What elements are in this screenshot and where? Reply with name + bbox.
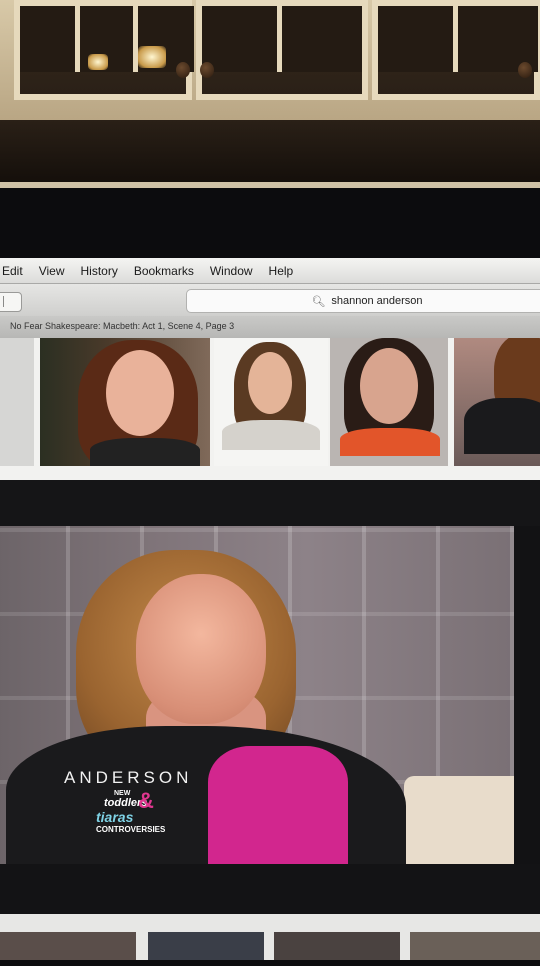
cabinet-pane: [202, 6, 282, 72]
show-logo-anderson: ANDERSON: [64, 768, 193, 787]
cabinet-knob: [518, 62, 532, 78]
counter-shadow: [0, 120, 540, 190]
cabinet-light: [88, 54, 108, 70]
image-thumbnail[interactable]: [274, 932, 400, 960]
image-thumbnail[interactable]: [148, 932, 264, 960]
image-thumbnail[interactable]: [40, 338, 210, 466]
menu-bar: Edit View History Bookmarks Window Help: [0, 258, 540, 284]
search-query-text: shannon anderson: [331, 295, 423, 307]
thumb-shoulders: [222, 420, 320, 450]
image-results-strip: [0, 338, 540, 480]
cabinet-pane: [20, 6, 80, 72]
image-thumbnail[interactable]: [330, 338, 448, 466]
menu-help[interactable]: Help: [269, 264, 294, 278]
cabinet-door: [372, 0, 540, 100]
show-logo-new: NEW: [114, 790, 131, 797]
show-logo-controversies: CONTROVERSIES: [96, 825, 166, 834]
address-search-field[interactable]: 🔍︎ shannon anderson: [186, 289, 540, 313]
cabinet-pane: [282, 6, 362, 72]
woman-shirt: [208, 746, 348, 864]
image-thumbnail[interactable]: [0, 338, 34, 466]
show-logo-tiaras: tiaras: [96, 809, 134, 825]
page-dark-band: [0, 480, 540, 526]
thumb-shoulders: [464, 398, 540, 454]
kitchen-cabinets: [0, 0, 540, 120]
menu-window[interactable]: Window: [210, 264, 253, 278]
search-icon: 🔍︎: [311, 295, 326, 308]
image-thumbnail[interactable]: [0, 932, 136, 960]
image-thumbnail[interactable]: [454, 338, 540, 466]
thumb-shoulders: [340, 428, 440, 456]
related-thumbnails-strip: [0, 914, 540, 960]
cabinet-light: [138, 46, 166, 68]
show-logo-ampersand: &: [138, 788, 154, 813]
image-thumbnail[interactable]: [410, 932, 540, 960]
video-frame[interactable]: ANDERSON NEW toddlers & tiaras CONTROVER…: [0, 526, 514, 864]
menu-view[interactable]: View: [39, 264, 65, 278]
cabinet-knob: [200, 62, 214, 78]
image-thumbnail[interactable]: [214, 338, 328, 466]
woman-face: [136, 574, 266, 724]
thumb-face: [106, 350, 174, 436]
tab-bar: No Fear Shakespeare: Macbeth: Act 1, Sce…: [0, 316, 540, 339]
menu-edit[interactable]: Edit: [2, 264, 23, 278]
browser-toolbar: 🔍︎ shannon anderson: [0, 284, 540, 317]
sidebar-toggle-button[interactable]: [0, 292, 22, 312]
thumb-face: [360, 348, 418, 424]
page-bottom-band: [0, 864, 540, 914]
menu-bookmarks[interactable]: Bookmarks: [134, 264, 194, 278]
cabinet-door: [196, 0, 368, 100]
cabinet-knob: [176, 62, 190, 78]
cabinet-pane: [378, 6, 458, 72]
tab-title[interactable]: No Fear Shakespeare: Macbeth: Act 1, Sce…: [10, 321, 234, 331]
cabinet-door: [14, 0, 194, 100]
couch: [404, 776, 514, 864]
thumb-shoulders: [90, 438, 200, 466]
menu-history[interactable]: History: [80, 264, 117, 278]
thumb-face: [248, 352, 292, 414]
